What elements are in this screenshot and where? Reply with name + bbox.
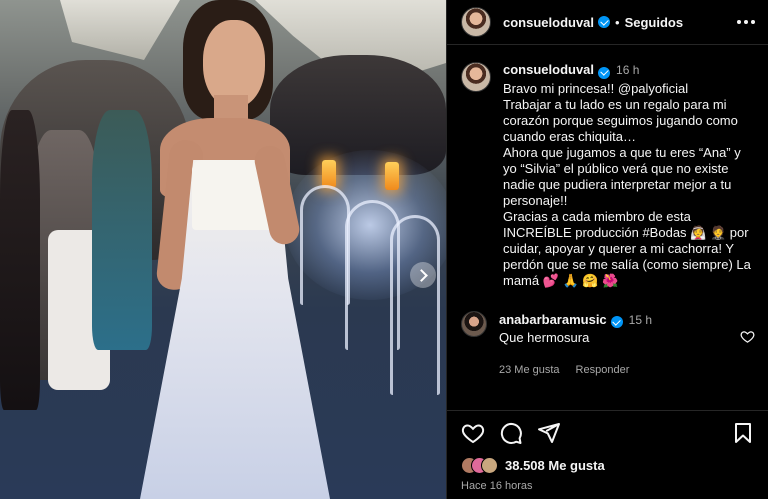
verified-icon (610, 316, 623, 328)
comment-heart-icon[interactable] (740, 329, 755, 344)
post-actions: 38.508 Me gusta Hace 16 horas (447, 410, 768, 499)
avatar (481, 457, 498, 474)
verified-icon (598, 16, 611, 28)
comment-item: anabarbaramusic 15 h Que hermosura 23 Me … (461, 310, 755, 379)
chair-3 (390, 215, 440, 395)
heart-icon[interactable] (461, 421, 485, 445)
candle-left (322, 160, 336, 188)
avatar[interactable] (461, 310, 487, 337)
avatar[interactable] (461, 7, 491, 37)
verified-icon (598, 66, 611, 79)
caption-row: consueloduval 16 h Bravo mi princesa!! @p… (461, 62, 755, 289)
following-button[interactable]: Seguidos (625, 15, 684, 30)
comment-text: Que hermosura (499, 329, 590, 345)
comment-likes[interactable]: 23 Me gusta (499, 361, 560, 379)
candle-right (385, 162, 399, 190)
guest-teal-dress (92, 110, 152, 350)
action-icons (461, 421, 755, 445)
comment-meta: 23 Me gusta Responder (499, 361, 739, 379)
caption: consueloduval 16 h Bravo mi princesa!! @p… (503, 62, 755, 289)
comment-body: anabarbaramusic 15 h Que hermosura 23 Me … (499, 311, 739, 379)
caption-username[interactable]: consueloduval (503, 62, 594, 77)
separator-dot: • (615, 14, 620, 30)
chair-1 (300, 185, 350, 305)
comment-icon[interactable] (499, 421, 523, 445)
post-header: consueloduval • Seguidos (447, 0, 768, 45)
save-icon[interactable] (731, 421, 755, 445)
reply-button[interactable]: Responder (576, 361, 630, 379)
instagram-post-window: consueloduval • Seguidos consueloduval 16… (0, 0, 768, 499)
avatar[interactable] (461, 62, 491, 92)
more-icon[interactable] (737, 20, 755, 24)
caption-time[interactable]: 16 h (616, 63, 639, 77)
comment-username[interactable]: anabarbaramusic (499, 312, 607, 327)
author-username[interactable]: consueloduval (503, 15, 594, 30)
comment-time[interactable]: 15 h (629, 313, 652, 327)
likes-row: 38.508 Me gusta (461, 457, 755, 474)
likes-count[interactable]: 38.508 Me gusta (505, 458, 605, 473)
post-sidebar: consueloduval • Seguidos consueloduval 16… (446, 0, 768, 499)
liker-avatars[interactable] (461, 457, 498, 474)
post-media-image[interactable] (0, 0, 446, 499)
next-icon[interactable] (410, 262, 436, 288)
caption-text: Bravo mi princesa!! @palyoficial Trabaja… (503, 80, 751, 288)
share-icon[interactable] (537, 421, 561, 445)
post-timestamp[interactable]: Hace 16 horas (461, 480, 755, 492)
comments-scroll[interactable]: consueloduval 16 h Bravo mi princesa!! @p… (447, 46, 768, 410)
guest-dark-dress (0, 110, 40, 410)
tent-canopy-left (60, 0, 180, 60)
